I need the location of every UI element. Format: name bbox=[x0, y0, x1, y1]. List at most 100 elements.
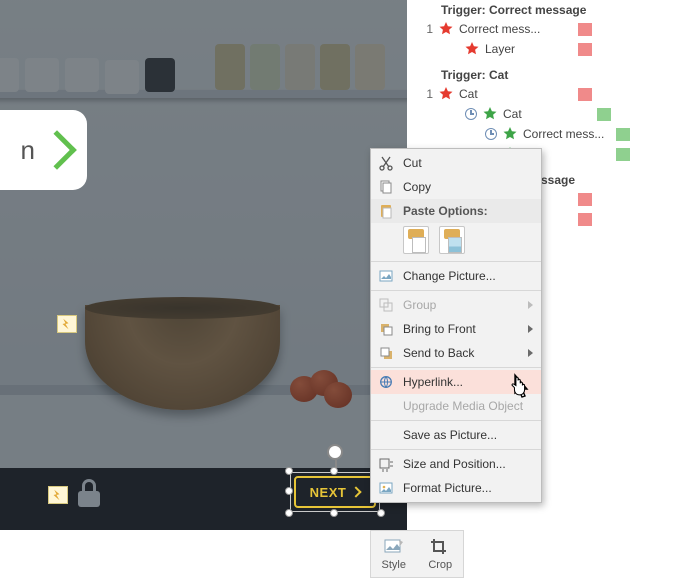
star-icon bbox=[483, 107, 497, 121]
animation-row[interactable]: Cat bbox=[411, 104, 696, 124]
menu-save-as-picture[interactable]: Save as Picture... bbox=[371, 423, 541, 447]
star-icon bbox=[439, 22, 453, 36]
menu-label: Cut bbox=[403, 156, 422, 170]
animation-label: Layer bbox=[485, 42, 515, 56]
submenu-arrow-icon bbox=[528, 325, 533, 333]
menu-copy[interactable]: Copy bbox=[371, 175, 541, 199]
animation-label: Cat bbox=[503, 107, 522, 121]
submenu-arrow-icon bbox=[528, 349, 533, 357]
duration-bar[interactable] bbox=[578, 193, 592, 206]
menu-format-picture[interactable]: Format Picture... bbox=[371, 476, 541, 500]
paste-options-row bbox=[371, 223, 541, 259]
style-icon bbox=[383, 537, 405, 557]
menu-label: Paste Options: bbox=[403, 204, 488, 218]
menu-separator bbox=[371, 420, 541, 421]
size-position-icon bbox=[377, 455, 395, 473]
menu-label: Send to Back bbox=[403, 346, 474, 360]
copy-icon bbox=[377, 178, 395, 196]
animation-row[interactable]: 1 Cat bbox=[411, 84, 696, 104]
menu-label: Save as Picture... bbox=[403, 428, 497, 442]
menu-label: Copy bbox=[403, 180, 431, 194]
lock-icon bbox=[78, 481, 102, 507]
send-back-icon bbox=[377, 344, 395, 362]
animation-label: Correct mess... bbox=[523, 127, 604, 141]
paste-as-picture-button[interactable] bbox=[439, 226, 465, 254]
star-icon bbox=[439, 87, 453, 101]
paste-icon bbox=[377, 202, 395, 220]
duration-bar[interactable] bbox=[616, 128, 630, 141]
menu-separator bbox=[371, 290, 541, 291]
picture-tools-strip: Style Crop bbox=[370, 530, 464, 578]
chevron-right-icon bbox=[37, 130, 77, 170]
paste-keep-formatting-button[interactable] bbox=[403, 226, 429, 254]
tool-label: Crop bbox=[428, 559, 452, 571]
resize-handle[interactable] bbox=[330, 467, 338, 475]
menu-label: Group bbox=[403, 298, 436, 312]
crop-button[interactable]: Crop bbox=[417, 531, 464, 577]
pointer-cursor-icon bbox=[508, 372, 534, 405]
style-button[interactable]: Style bbox=[371, 531, 417, 577]
menu-label: Upgrade Media Object bbox=[403, 399, 523, 413]
duration-bar[interactable] bbox=[578, 213, 592, 226]
hyperlink-icon bbox=[377, 373, 395, 391]
menu-paste-options-header: Paste Options: bbox=[371, 199, 541, 223]
trigger-heading[interactable]: Trigger: Cat bbox=[441, 68, 696, 82]
bowl-image[interactable] bbox=[85, 305, 280, 410]
menu-send-to-back[interactable]: Send to Back bbox=[371, 341, 541, 365]
menu-size-and-position[interactable]: Size and Position... bbox=[371, 452, 541, 476]
next-button[interactable]: NEXT bbox=[294, 476, 376, 508]
next-button-label: NEXT bbox=[310, 485, 347, 500]
duration-bar[interactable] bbox=[578, 43, 592, 56]
anim-index: 1 bbox=[411, 22, 433, 36]
duration-bar[interactable] bbox=[578, 23, 592, 36]
slide-canvas[interactable]: n NEXT bbox=[0, 0, 407, 530]
menu-separator bbox=[371, 367, 541, 368]
menu-label: Bring to Front bbox=[403, 322, 476, 336]
format-picture-icon bbox=[377, 479, 395, 497]
rotate-handle[interactable] bbox=[327, 444, 343, 460]
resize-handle[interactable] bbox=[377, 509, 385, 517]
trigger-heading[interactable]: ssage bbox=[541, 173, 696, 187]
duration-bar[interactable] bbox=[578, 88, 592, 101]
cut-icon bbox=[377, 154, 395, 172]
group-icon bbox=[377, 296, 395, 314]
animation-row[interactable]: 1Correct mess... bbox=[411, 19, 696, 39]
callout-text: n bbox=[21, 135, 35, 166]
resize-handle[interactable] bbox=[285, 467, 293, 475]
resize-handle[interactable] bbox=[285, 487, 293, 495]
menu-bring-to-front[interactable]: Bring to Front bbox=[371, 317, 541, 341]
clock-icon bbox=[485, 128, 497, 140]
animation-label: Cat bbox=[459, 87, 478, 101]
callout-shape[interactable]: n bbox=[0, 110, 87, 190]
crop-icon bbox=[429, 537, 451, 557]
animation-row[interactable]: Correct mess... bbox=[411, 124, 696, 144]
menu-separator bbox=[371, 449, 541, 450]
menu-label: Format Picture... bbox=[403, 481, 492, 495]
selection-frame[interactable]: NEXT bbox=[290, 472, 380, 512]
resize-handle[interactable] bbox=[285, 509, 293, 517]
duration-bar[interactable] bbox=[597, 108, 611, 121]
menu-label: Hyperlink... bbox=[403, 375, 463, 389]
blank-icon bbox=[377, 397, 395, 415]
menu-cut[interactable]: Cut bbox=[371, 151, 541, 175]
animation-badge-icon[interactable] bbox=[57, 315, 77, 333]
tomatoes-image bbox=[290, 370, 360, 410]
context-menu: Cut Copy Paste Options: Change Picture..… bbox=[370, 148, 542, 503]
anim-index: 1 bbox=[411, 87, 433, 101]
menu-label: Change Picture... bbox=[403, 269, 496, 283]
menu-separator bbox=[371, 261, 541, 262]
trigger-heading[interactable]: Trigger: Correct message bbox=[441, 3, 696, 17]
blank-icon bbox=[377, 426, 395, 444]
submenu-arrow-icon bbox=[528, 301, 533, 309]
bring-front-icon bbox=[377, 320, 395, 338]
animation-badge-icon[interactable] bbox=[48, 486, 68, 504]
clock-icon bbox=[465, 108, 477, 120]
animation-row[interactable]: Layer bbox=[411, 39, 696, 59]
picture-icon bbox=[377, 267, 395, 285]
duration-bar[interactable] bbox=[616, 148, 630, 161]
resize-handle[interactable] bbox=[330, 509, 338, 517]
menu-change-picture[interactable]: Change Picture... bbox=[371, 264, 541, 288]
menu-group: Group bbox=[371, 293, 541, 317]
tool-label: Style bbox=[382, 559, 406, 571]
menu-label: Size and Position... bbox=[403, 457, 506, 471]
